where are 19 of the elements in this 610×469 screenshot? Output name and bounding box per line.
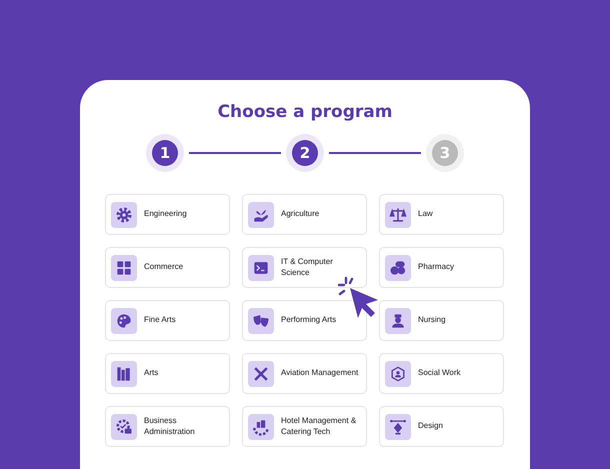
program-option[interactable]: Law bbox=[379, 194, 504, 235]
program-option[interactable]: Aviation Management bbox=[242, 353, 367, 394]
step-indicator: 2 bbox=[292, 140, 318, 166]
program-option[interactable]: Engineering bbox=[105, 194, 230, 235]
page-title: Choose a program bbox=[216, 102, 394, 122]
program-option[interactable]: Arts bbox=[105, 353, 230, 394]
program-option[interactable]: Agriculture bbox=[242, 194, 367, 235]
step-indicator: 1 bbox=[152, 140, 178, 166]
program-option[interactable]: Commerce bbox=[105, 247, 230, 288]
program-option[interactable]: Nursing bbox=[379, 300, 504, 341]
program-option[interactable]: Social Work bbox=[379, 353, 504, 394]
program-option[interactable]: Design bbox=[379, 406, 504, 447]
program-option[interactable]: Performing Arts bbox=[242, 300, 367, 341]
program-option[interactable]: Hotel Management & Catering Tech bbox=[242, 406, 367, 447]
program-option[interactable]: IT & Computer Science bbox=[242, 247, 367, 288]
program-option[interactable]: Pharmacy bbox=[379, 247, 504, 288]
program-option[interactable]: Fine Arts bbox=[105, 300, 230, 341]
program-option[interactable]: Business Administration bbox=[105, 406, 230, 447]
step-indicator: 3 bbox=[432, 140, 458, 166]
